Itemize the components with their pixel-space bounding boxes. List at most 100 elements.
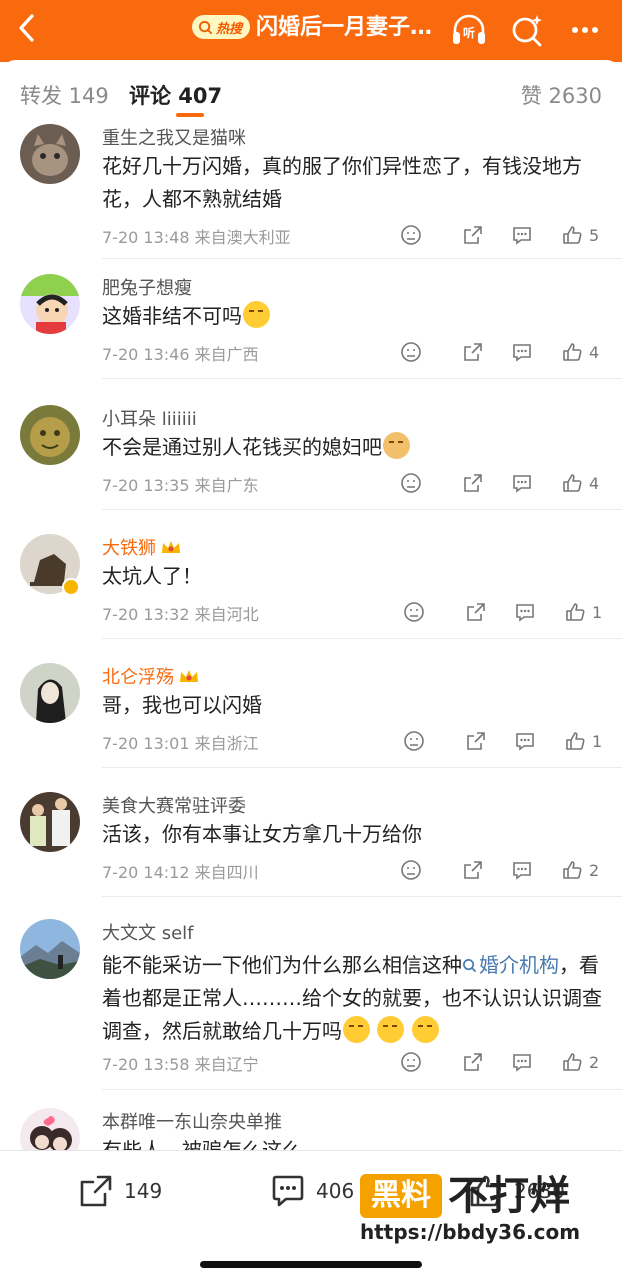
comment-list[interactable]: 重生之我又是猫咪 花好几十万闪婚，真的服了你们异性恋了，有钱没地方花，人都不熟就… <box>0 124 622 1160</box>
like-button[interactable]: 1 <box>564 727 602 755</box>
reply-icon[interactable] <box>511 1048 533 1076</box>
like-count: 5 <box>589 225 600 245</box>
hot-search-badge[interactable]: 热搜 <box>192 15 251 39</box>
repost-button[interactable]: 149 <box>78 1171 162 1211</box>
search-icon <box>463 959 476 972</box>
hot-search-label: 热搜 <box>216 21 243 37</box>
comment-actions: 1 <box>0 727 622 755</box>
active-tab-indicator <box>176 113 204 117</box>
sleepy-emoji-icon <box>411 1016 439 1043</box>
share-icon[interactable] <box>462 221 484 249</box>
topic-link[interactable]: 婚介机构 <box>462 953 559 977</box>
thinking-emoji-icon <box>243 301 270 328</box>
comment-actions: 4 <box>0 469 622 497</box>
avatar[interactable] <box>20 792 80 852</box>
tab-repost[interactable]: 转发 149 <box>20 80 109 110</box>
like-button[interactable]: 4 <box>561 469 599 497</box>
dislike-icon[interactable] <box>400 338 422 366</box>
listen-icon[interactable]: 听 <box>449 10 489 50</box>
like-count: 1 <box>592 731 603 751</box>
like-button[interactable]: 2 <box>561 1048 599 1076</box>
ai-search-icon[interactable] <box>507 10 547 50</box>
username[interactable]: 大文文 self <box>102 919 194 945</box>
divider <box>102 509 622 510</box>
dislike-icon[interactable] <box>403 727 425 755</box>
avatar[interactable] <box>20 274 80 334</box>
avatar[interactable] <box>20 663 80 723</box>
share-icon[interactable] <box>462 469 484 497</box>
sleepy-emoji-icon <box>377 1016 405 1043</box>
svg-text:听: 听 <box>463 25 475 40</box>
share-icon[interactable] <box>465 727 487 755</box>
search-icon <box>198 20 213 34</box>
tab-bar: 转发 149 评论 407 赞 2630 <box>0 60 622 124</box>
username[interactable]: 本群唯一东山奈央单推 <box>102 1108 282 1134</box>
vip-crown-icon <box>162 541 180 553</box>
watermark-url: https://bbdy36.com <box>360 1220 581 1244</box>
share-icon[interactable] <box>462 1048 484 1076</box>
topic-title[interactable]: 闪婚后一月妻子离家出走 <box>256 12 438 44</box>
dislike-icon[interactable] <box>400 856 422 884</box>
dislike-icon[interactable] <box>400 469 422 497</box>
username[interactable]: 大铁狮 <box>102 534 182 560</box>
username[interactable]: 重生之我又是猫咪 <box>102 124 246 150</box>
avatar[interactable] <box>20 124 80 184</box>
comment-text: 太坑人了！ <box>102 564 202 588</box>
divider <box>102 638 622 639</box>
reply-icon[interactable] <box>511 338 533 366</box>
avatar[interactable] <box>20 405 80 465</box>
divider <box>102 896 622 897</box>
tab-comment[interactable]: 评论 407 <box>129 80 222 110</box>
share-icon[interactable] <box>462 338 484 366</box>
comment-text: 花好几十万闪婚，真的服了你们异性恋了，有钱没地方花，人都不熟就结婚 <box>102 154 582 211</box>
thumbs-up-icon <box>563 343 582 361</box>
share-icon[interactable] <box>465 598 487 626</box>
back-chevron-icon[interactable] <box>12 10 42 46</box>
comment-actions: 2 <box>0 856 622 884</box>
thumbs-up-icon <box>563 226 582 244</box>
reply-icon[interactable] <box>511 221 533 249</box>
divider <box>102 1089 622 1090</box>
divider <box>102 378 622 379</box>
thumbs-up-icon <box>566 732 585 750</box>
tab-likes[interactable]: 赞 2630 <box>521 80 602 110</box>
username[interactable]: 美食大赛常驻评委 <box>102 792 246 818</box>
thumbs-up-icon <box>563 861 582 879</box>
username[interactable]: 小耳朵 liiiiii <box>102 405 197 431</box>
dislike-icon[interactable] <box>400 221 422 249</box>
reply-icon[interactable] <box>511 856 533 884</box>
comment-button[interactable]: 406 <box>270 1171 354 1211</box>
more-icon[interactable] <box>565 10 605 50</box>
comment-text: 活该，你有本事让女方拿几十万给你 <box>102 822 422 846</box>
username[interactable]: 肥兔子想瘦 <box>102 274 192 300</box>
share-icon <box>80 1175 112 1207</box>
dislike-icon[interactable] <box>403 598 425 626</box>
home-indicator[interactable] <box>200 1261 422 1268</box>
like-count: 2 <box>589 860 600 880</box>
reply-icon[interactable] <box>514 727 536 755</box>
comment-text: 哥，我也可以闪婚 <box>102 693 262 717</box>
watermark: 黑料 不打烊 https://bbdy36.com <box>360 1170 622 1250</box>
divider <box>102 258 622 259</box>
like-button[interactable]: 4 <box>561 338 599 366</box>
username[interactable]: 北仑浮殇 <box>102 663 200 689</box>
thumbs-up-icon <box>566 603 585 621</box>
avatar[interactable] <box>20 919 80 979</box>
share-icon[interactable] <box>462 856 484 884</box>
dislike-icon[interactable] <box>400 1048 422 1076</box>
top-navigation-bar: 热搜 闪婚后一月妻子离家出走 听 <box>0 0 622 62</box>
like-button[interactable]: 5 <box>561 221 599 249</box>
like-button[interactable]: 1 <box>564 598 602 626</box>
comment-count: 406 <box>316 1179 355 1203</box>
reply-icon[interactable] <box>511 469 533 497</box>
sleepy-emoji-icon <box>343 1016 370 1043</box>
thumbs-up-icon <box>563 474 582 492</box>
comment-text: 不会是通过别人花钱买的媳妇吧 <box>102 431 602 464</box>
comment-icon <box>272 1175 304 1207</box>
thumbs-up-icon <box>563 1053 582 1071</box>
comment-actions: 2 <box>0 1048 622 1076</box>
like-button[interactable]: 2 <box>561 856 599 884</box>
comment-text: 这婚非结不可吗 <box>102 300 602 333</box>
comment-text: 能不能采访一下他们为什么那么相信这种 婚介机构，看着也都是正常人………给个女的就要… <box>102 953 602 1043</box>
reply-icon[interactable] <box>514 598 536 626</box>
